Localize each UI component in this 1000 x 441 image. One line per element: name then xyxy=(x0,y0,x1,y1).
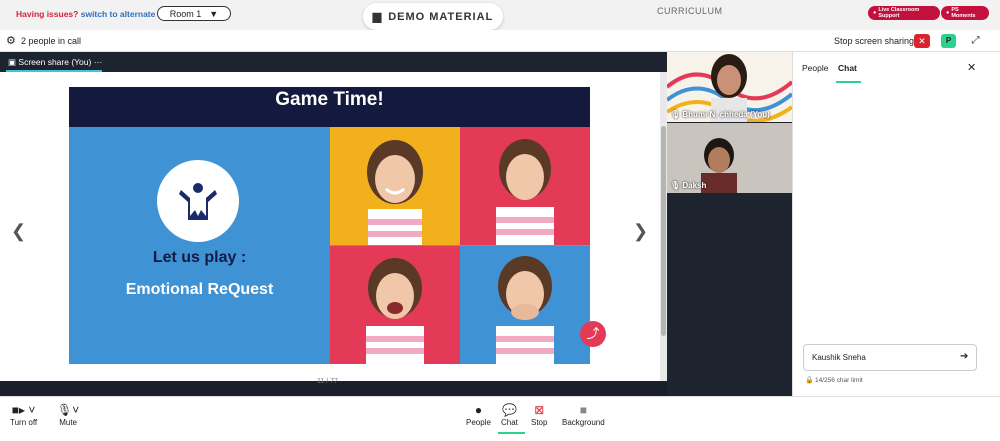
issues-text: Having issues? xyxy=(16,9,79,19)
slide-logo xyxy=(157,160,239,242)
people-count: 2 people in call xyxy=(21,36,82,46)
ps-moments-button[interactable]: ● PS Moments xyxy=(941,6,989,20)
mute-label: Mute xyxy=(59,418,78,427)
people-button[interactable]: ● People xyxy=(466,402,491,427)
next-slide-icon[interactable]: ❯ xyxy=(633,221,648,242)
fullscreen-icon[interactable]: ⤢ xyxy=(968,34,983,48)
chat-bubble-icon: 💬 xyxy=(501,403,517,417)
mic-icon: 🎙˅ xyxy=(57,403,80,417)
video-camera-icon: ■▸ ˅ xyxy=(11,403,36,417)
chevron-down-icon: ▼ xyxy=(209,8,219,19)
people-label: People xyxy=(466,418,491,427)
live-support-label: Live Classroom Support xyxy=(878,7,920,19)
participant-name-label: Daksh xyxy=(682,181,707,190)
control-bar xyxy=(0,396,1000,441)
tab-people[interactable]: People xyxy=(802,63,828,73)
photo-angry xyxy=(330,246,460,364)
live-support-button[interactable]: ● Live Classroom Support xyxy=(868,6,940,20)
girl-scared-image xyxy=(496,256,554,364)
stop-sharing-label: Stop screen sharing xyxy=(834,36,915,46)
room-select[interactable]: Room 1 ▼ xyxy=(157,6,231,21)
stop-share-icon: ⊠ xyxy=(534,403,545,417)
ps-moments-label: PS Moments xyxy=(951,7,976,19)
demo-material-button[interactable]: ▆ DEMO MATERIAL xyxy=(363,3,503,30)
curriculum-tab[interactable]: CURRICULUM xyxy=(657,6,723,16)
participant-badge[interactable]: P xyxy=(941,34,956,48)
char-limit: 14/256 char limit xyxy=(815,377,863,384)
slide-scrollbar[interactable] xyxy=(660,72,667,381)
demo-material-label: DEMO MATERIAL xyxy=(388,10,494,23)
girl-happy-image xyxy=(367,140,423,245)
room-select-value: Room 1 xyxy=(169,8,202,19)
slide-line-2: Emotional ReQuest xyxy=(125,281,274,298)
girl-thinking-image xyxy=(496,139,554,245)
camera-icon: ● xyxy=(946,10,950,16)
background-label: Background xyxy=(562,418,605,427)
mic-icon: 🎙 xyxy=(670,181,681,190)
stop-share-button[interactable]: ⊠ Stop xyxy=(531,402,547,427)
person-icon: ● xyxy=(474,403,483,417)
slide-line-1: Let us play : xyxy=(152,249,247,266)
girl-angry-image xyxy=(366,258,424,364)
scrollbar-thumb[interactable] xyxy=(661,126,666,336)
participant-name-self: 🎙 Bhumi N. chheda (You) xyxy=(670,110,770,119)
screen-icon: ▣ xyxy=(8,57,17,67)
gear-icon[interactable]: ⚙ xyxy=(6,36,16,47)
chat-input[interactable]: Kaushik Sneha xyxy=(803,344,977,371)
share-icon[interactable]: ⤴ xyxy=(580,321,606,347)
turn-off-label: Turn off xyxy=(10,418,38,427)
slide-title: Game Time! xyxy=(69,87,590,127)
stop-label: Stop xyxy=(531,418,548,427)
page-indicator: 11 / 77 xyxy=(317,378,338,385)
stop-sharing-button[interactable]: ✕ xyxy=(914,34,930,48)
chat-active-indicator xyxy=(498,432,525,434)
participant-name-daksh: 🎙 Daksh xyxy=(670,181,706,190)
chat-button[interactable]: 💬 Chat xyxy=(501,402,518,427)
superhero-icon xyxy=(179,183,217,220)
background-button[interactable]: ■ Background xyxy=(562,402,605,427)
tab-chat[interactable]: Chat xyxy=(838,63,857,73)
more-icon[interactable]: ··· xyxy=(94,57,103,67)
photo-happy xyxy=(330,127,460,245)
background-icon: ■ xyxy=(579,403,587,417)
mute-button[interactable]: 🎙˅ Mute xyxy=(57,402,79,427)
mic-icon: 🎙 xyxy=(670,110,681,119)
chat-tab-indicator xyxy=(836,81,861,83)
support-icon: ● xyxy=(873,10,877,16)
close-icon[interactable]: ✕ xyxy=(967,61,976,74)
share-tab-label: Screen share (You) xyxy=(18,57,92,67)
participant-name-label: Bhumi N. chheda (You) xyxy=(682,110,770,119)
folder-icon: ▆ xyxy=(372,11,383,23)
issues-bar: Having issues? switch to alternate room xyxy=(16,9,179,19)
prev-slide-icon[interactable]: ❮ xyxy=(11,221,26,242)
photo-thinking xyxy=(460,127,590,245)
turn-off-camera-button[interactable]: ■▸ ˅ Turn off xyxy=(10,402,37,427)
chat-label: Chat xyxy=(501,418,518,427)
share-tab[interactable]: ▣ Screen share (You) ··· xyxy=(8,57,102,68)
lock-icon: 🔒 xyxy=(805,377,814,384)
photo-scared xyxy=(460,246,590,364)
send-icon[interactable]: ➔ xyxy=(960,351,968,362)
